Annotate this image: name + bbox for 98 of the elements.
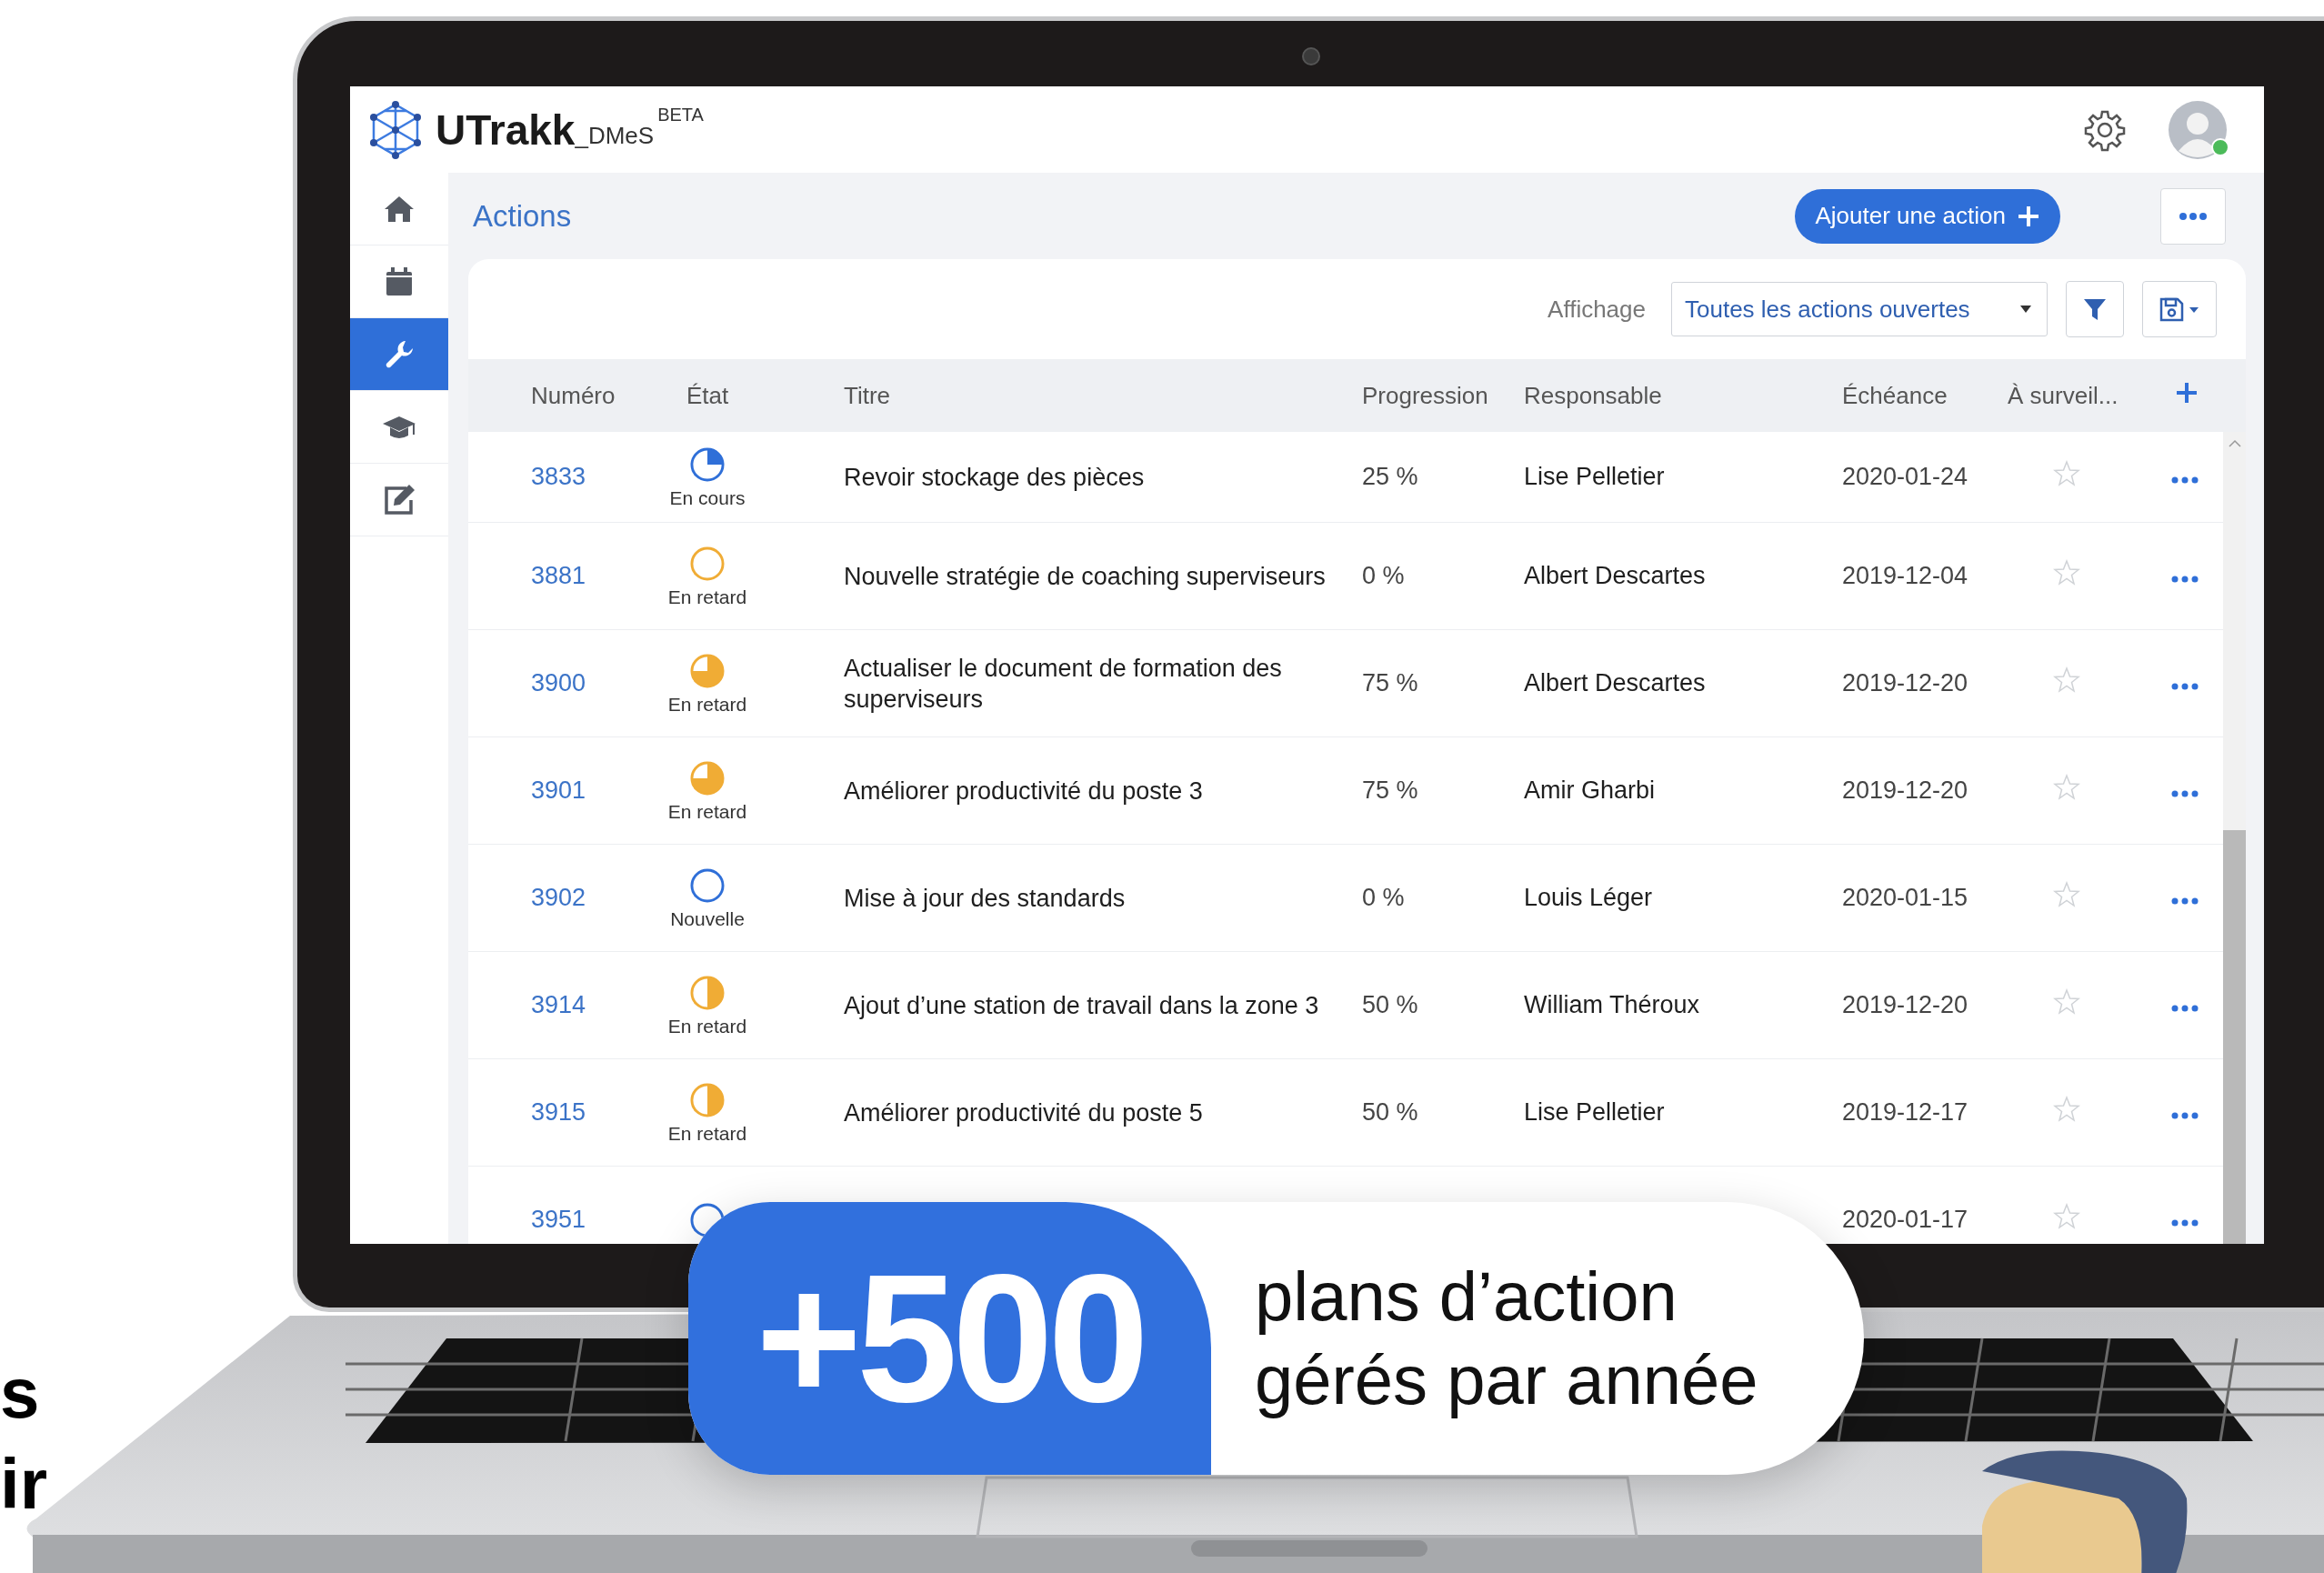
column-header: Progression bbox=[1361, 381, 1489, 410]
table-cell-text: Amir Gharbi bbox=[1523, 776, 1657, 805]
table-cell-text: 2019-12-20 bbox=[1841, 776, 1969, 805]
table-cell-text: Revoir stockage des pièces bbox=[843, 462, 1146, 493]
table-cell-text: 2019-12-20 bbox=[1841, 991, 1969, 1019]
status-label: Nouvelle bbox=[670, 907, 745, 930]
table-row[interactable]: 3901 En retard Améliorer productivité du poste 3 75 % Amir Gharbi 2019-12-20 bbox=[468, 737, 2223, 845]
column-header: Échéance bbox=[1841, 381, 1948, 410]
action-number-link[interactable]: 3915 bbox=[531, 1098, 586, 1126]
scrollbar-thumb[interactable] bbox=[2223, 830, 2246, 1244]
save-view-button[interactable] bbox=[2142, 281, 2217, 337]
star-icon[interactable] bbox=[2053, 774, 2080, 801]
logo-name: UTrakk bbox=[436, 105, 576, 155]
table-row[interactable]: 3914 En retard Ajout d’une station de travail dans la zone 3 50 % William Théroux 2019-12-20 bbox=[468, 952, 2223, 1059]
star-icon[interactable] bbox=[2053, 559, 2080, 586]
side-text: s bbox=[0, 1355, 40, 1431]
table-row[interactable]: 3902 Nouvelle Mise à jour des standards 0 % Louis Léger 2020-01-15 bbox=[468, 845, 2223, 952]
table-cell-text: Ajout d’une station de travail dans la zone 3 bbox=[843, 990, 1320, 1021]
table-cell-text: 25 % bbox=[1361, 463, 1419, 491]
table-cell-text: Améliorer productivité du poste 3 bbox=[843, 776, 1204, 807]
action-number-link[interactable]: 3900 bbox=[531, 669, 586, 696]
plus-icon bbox=[2017, 204, 2040, 228]
row-menu-icon[interactable] bbox=[2171, 1004, 2199, 1013]
table-cell-text: 2019-12-17 bbox=[1841, 1098, 1969, 1127]
scroll-up-icon[interactable] bbox=[2228, 439, 2241, 448]
table-row[interactable]: 3915 En retard Améliorer productivité du poste 5 50 % Lise Pelletier 2019-12-17 bbox=[468, 1059, 2223, 1167]
table-cell-text: Améliorer productivité du poste 5 bbox=[843, 1097, 1204, 1128]
row-menu-icon[interactable] bbox=[2171, 682, 2199, 691]
row-menu-icon[interactable] bbox=[2171, 1111, 2199, 1120]
more-icon bbox=[2179, 211, 2208, 221]
action-number-link[interactable]: 3902 bbox=[531, 884, 586, 911]
star-icon[interactable] bbox=[2053, 460, 2080, 487]
sidebar-item[interactable] bbox=[350, 318, 448, 391]
row-menu-icon[interactable] bbox=[2171, 476, 2199, 485]
table-cell-text: Louis Léger bbox=[1523, 884, 1654, 912]
avatar-icon[interactable] bbox=[2168, 99, 2228, 160]
side-text: ir bbox=[0, 1446, 48, 1522]
action-number-link[interactable]: 3914 bbox=[531, 991, 586, 1018]
caret-down-icon bbox=[2019, 305, 2032, 314]
table-cell-text: 2020-01-17 bbox=[1841, 1206, 1969, 1234]
table-cell-text: Actualiser le document de formation des superviseurs bbox=[843, 653, 1283, 715]
table-cell-text: 2019-12-04 bbox=[1841, 562, 1969, 590]
status-label: En retard bbox=[667, 1122, 747, 1145]
star-icon[interactable] bbox=[2053, 666, 2080, 694]
scrollbar[interactable] bbox=[2223, 432, 2246, 1244]
filter-button[interactable] bbox=[2066, 281, 2124, 337]
status-label: En retard bbox=[667, 693, 747, 716]
action-number-link[interactable]: 3881 bbox=[531, 562, 586, 589]
table-row[interactable]: 3881 En retard Nouvelle stratégie de coaching superviseurs 0 % Albert Descartes 2019-12-04 bbox=[468, 523, 2223, 630]
action-number-link[interactable]: 3901 bbox=[531, 776, 586, 804]
table-cell-text: 2020-01-24 bbox=[1841, 463, 1969, 491]
table-cell-text: Lise Pelletier bbox=[1523, 1098, 1666, 1127]
stat-number: +500 bbox=[688, 1202, 1211, 1475]
table-cell-text: William Théroux bbox=[1523, 991, 1701, 1019]
table-cell-text: Albert Descartes bbox=[1523, 669, 1707, 697]
table-cell-text: 50 % bbox=[1361, 991, 1419, 1019]
column-header: État bbox=[686, 381, 729, 410]
column-header: À surveil... bbox=[2007, 381, 2119, 410]
logo-suffix: _DMeS bbox=[575, 122, 655, 150]
table-cell-text: Lise Pelletier bbox=[1523, 463, 1666, 491]
column-header: Numéro bbox=[531, 381, 616, 410]
page-title: Actions bbox=[473, 198, 572, 234]
add-action-button[interactable]: Ajouter une action bbox=[1795, 188, 2060, 244]
table-cell-text: 0 % bbox=[1361, 562, 1406, 590]
table-row[interactable]: 3833 En cours Revoir stockage des pièces 25 % Lise Pelletier 2020-01-24 bbox=[468, 432, 2223, 523]
more-button[interactable] bbox=[2160, 187, 2226, 245]
view-select[interactable]: Toutes les actions ouvertes bbox=[1671, 282, 2048, 336]
view-label: Affichage bbox=[1548, 295, 1646, 324]
table-cell-text: 75 % bbox=[1361, 776, 1419, 805]
table-cell-text: Albert Descartes bbox=[1523, 562, 1707, 590]
row-menu-icon[interactable] bbox=[2171, 1218, 2199, 1227]
table-cell-text: 50 % bbox=[1361, 1098, 1419, 1127]
action-number-link[interactable]: 3833 bbox=[531, 463, 586, 490]
row-menu-icon[interactable] bbox=[2171, 575, 2199, 584]
status-label: En retard bbox=[667, 800, 747, 823]
star-icon[interactable] bbox=[2053, 1203, 2080, 1230]
table-cell-text: Nouvelle stratégie de coaching superviseurs bbox=[843, 561, 1327, 592]
table-cell-text: 75 % bbox=[1361, 669, 1419, 697]
table-cell-text: Mise à jour des standards bbox=[843, 883, 1127, 914]
status-label: En cours bbox=[669, 486, 746, 509]
column-header: Responsable bbox=[1523, 381, 1663, 410]
column-header: Titre bbox=[843, 381, 892, 410]
row-menu-icon[interactable] bbox=[2171, 897, 2199, 906]
add-column-icon[interactable] bbox=[2175, 380, 2199, 405]
star-icon[interactable] bbox=[2053, 988, 2080, 1016]
star-icon[interactable] bbox=[2053, 881, 2080, 908]
stat-caption: plans d’action gérés par année bbox=[1255, 1257, 1759, 1420]
table-cell-text: 2019-12-20 bbox=[1841, 669, 1969, 697]
table-cell-text: 2020-01-15 bbox=[1841, 884, 1969, 912]
table-cell-text: 0 % bbox=[1361, 884, 1406, 912]
table-row[interactable]: 3900 En retard Actualiser le document de formation des superviseurs 75 % Albert Descartes 2019-12-20 bbox=[468, 630, 2223, 737]
action-number-link[interactable]: 3951 bbox=[531, 1206, 586, 1233]
beta-label: BETA bbox=[657, 105, 704, 125]
save-icon bbox=[2159, 296, 2200, 323]
star-icon[interactable] bbox=[2053, 1096, 2080, 1123]
row-menu-icon[interactable] bbox=[2171, 789, 2199, 798]
status-label: En retard bbox=[667, 586, 747, 608]
status-label: En retard bbox=[667, 1015, 747, 1037]
